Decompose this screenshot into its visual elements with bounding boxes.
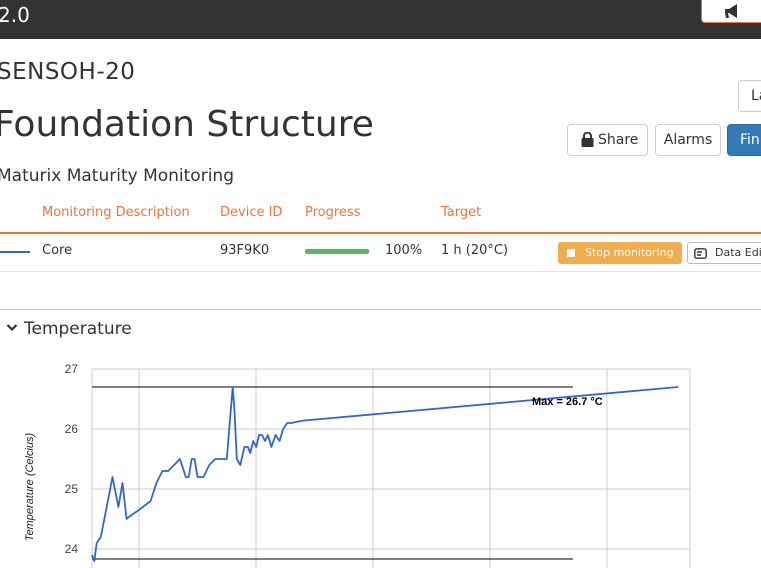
temperature-chart: 27 26 25 24 Temperature (Celcius) Max = 26.…	[24, 362, 691, 568]
version-label: 2.0	[0, 3, 30, 27]
page-subtitle: Maturix Maturity Monitoring	[0, 166, 234, 186]
table-header-divider	[0, 232, 761, 234]
y-tick-label: 26	[65, 422, 79, 436]
stop-icon	[567, 249, 575, 257]
column-header-description: Monitoring Description	[42, 205, 190, 220]
data-editor-icon	[694, 248, 707, 259]
chart-reference-lines	[92, 386, 573, 560]
y-axis-label: Temperature (Celcius)	[24, 432, 36, 541]
data-editor-button[interactable]: Data Edi	[687, 242, 761, 264]
chevron-down-icon[interactable]	[6, 318, 18, 338]
chart-y-ticks: 27 26 25 24	[65, 362, 79, 556]
column-header-target: Target	[441, 205, 482, 220]
row-device-id: 93F9K0	[220, 243, 270, 258]
row-progress-text: 100%	[385, 243, 423, 258]
language-button[interactable]: La	[738, 80, 761, 112]
series-color-swatch	[0, 251, 30, 253]
y-tick-label: 27	[65, 362, 79, 376]
progress-bar	[305, 249, 369, 254]
column-header-device-id: Device ID	[220, 205, 283, 220]
share-label: Share	[598, 132, 639, 148]
project-code: SENSOH-20	[0, 59, 136, 85]
top-navbar: 2.0	[0, 0, 761, 39]
lock-icon	[581, 132, 594, 147]
announcements-button[interactable]	[701, 0, 761, 23]
row-description: Core	[42, 243, 73, 258]
y-tick-label: 25	[65, 482, 79, 496]
page-title: Foundation Structure	[0, 104, 374, 145]
data-editor-label: Data Edi	[715, 246, 761, 259]
finish-button[interactable]: Fini	[727, 124, 761, 156]
series-line	[91, 386, 679, 562]
row-divider	[0, 271, 761, 272]
y-tick-label: 24	[65, 542, 79, 556]
section-divider	[0, 309, 761, 310]
share-button[interactable]: Share	[567, 124, 648, 156]
max-annotation: Max = 26.7 °C	[532, 396, 603, 408]
row-target: 1 h (20°C)	[441, 243, 509, 258]
column-header-progress: Progress	[305, 205, 361, 220]
megaphone-icon	[725, 4, 737, 18]
stop-monitoring-label: Stop monitoring	[585, 246, 674, 259]
section-title[interactable]: Temperature	[24, 319, 132, 339]
stop-monitoring-button[interactable]: Stop monitoring	[558, 242, 682, 264]
alarms-button[interactable]: Alarms	[655, 124, 721, 156]
